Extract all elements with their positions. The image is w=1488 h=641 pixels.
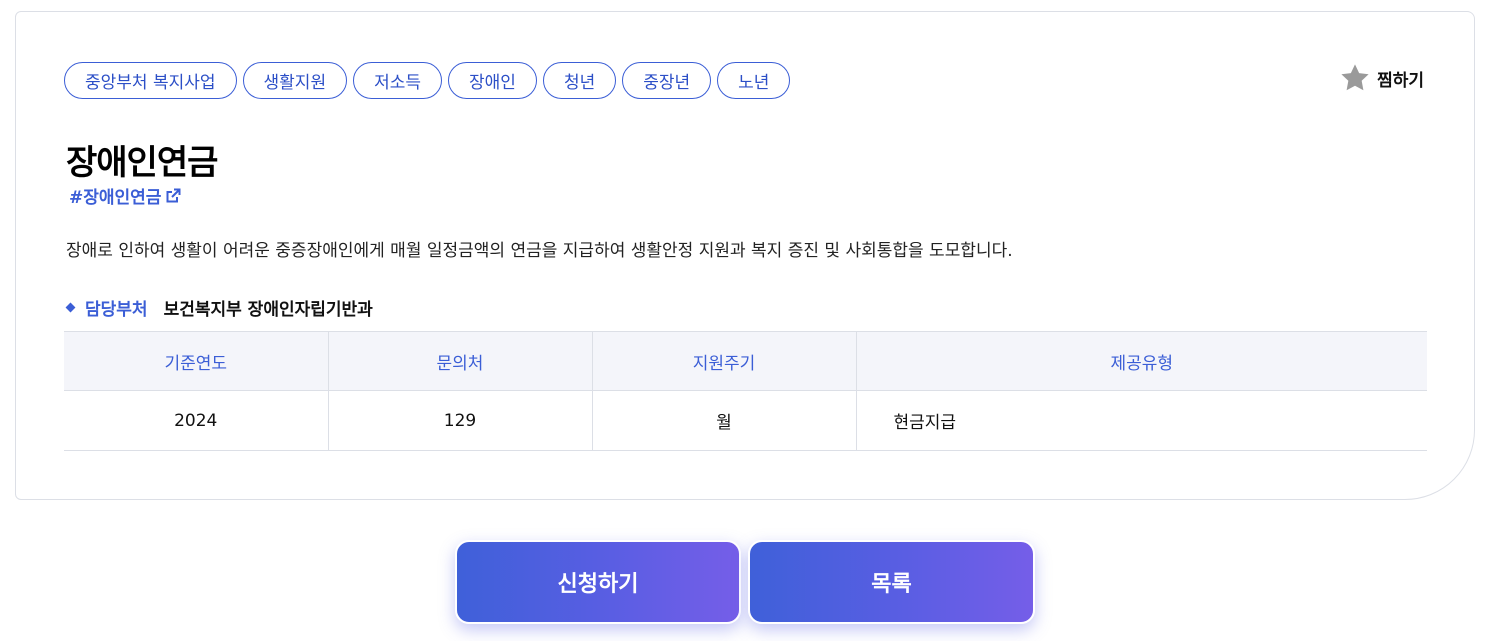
header-provision-type: 제공유형 [856,331,1427,391]
department-value: 보건복지부 장애인자립기반과 [163,300,373,320]
table-header-row: 기준연도 문의처 지원주기 제공유형 [64,331,1427,391]
table-row: 2024 129 월 현금지급 [64,390,1427,451]
tag-list: 중앙부처 복지사업 생활지원 저소득 장애인 청년 중장년 노년 [64,62,791,99]
tag-low-income[interactable]: 저소득 [353,62,443,99]
tag-youth[interactable]: 청년 [542,62,617,99]
cell-support-cycle: 월 [592,390,857,451]
list-button[interactable]: 목록 [748,540,1035,624]
tag-central-welfare[interactable]: 중앙부처 복지사업 [64,62,237,99]
hashtag-link[interactable]: #장애인연금 [69,183,181,208]
external-link-icon [166,188,181,202]
cell-contact: 129 [328,390,593,451]
tag-disabled[interactable]: 장애인 [448,62,537,99]
favorite-label: 찜하기 [1377,70,1424,91]
star-icon [1341,64,1369,91]
header-base-year: 기준연도 [64,331,329,391]
tag-middle-aged[interactable]: 중장년 [622,62,712,99]
favorite-button[interactable]: 찜하기 [1339,62,1424,94]
cell-provision-type: 현금지급 [856,390,1427,451]
service-card: 중앙부처 복지사업 생활지원 저소득 장애인 청년 중장년 노년 찜하기 장애인… [15,11,1475,500]
header-contact: 문의처 [328,331,593,391]
tag-living-support[interactable]: 생활지원 [242,62,348,99]
tag-elderly[interactable]: 노년 [717,62,791,99]
header-support-cycle: 지원주기 [592,331,857,391]
cell-base-year: 2024 [64,390,329,451]
info-table: 기준연도 문의처 지원주기 제공유형 2024 129 월 현금지급 [64,331,1427,451]
page-title: 장애인연금 [66,143,218,183]
bullet-diamond-icon [65,302,76,313]
hashtag-label: #장애인연금 [69,188,162,208]
service-description: 장애로 인하여 생활이 어려운 중증장애인에게 매월 일정금액의 연금을 지급하… [66,241,1013,261]
department-label: 담당부처 [85,300,148,320]
department-row: 담당부처 보건복지부 장애인자립기반과 [65,295,373,320]
apply-button[interactable]: 신청하기 [455,540,741,624]
